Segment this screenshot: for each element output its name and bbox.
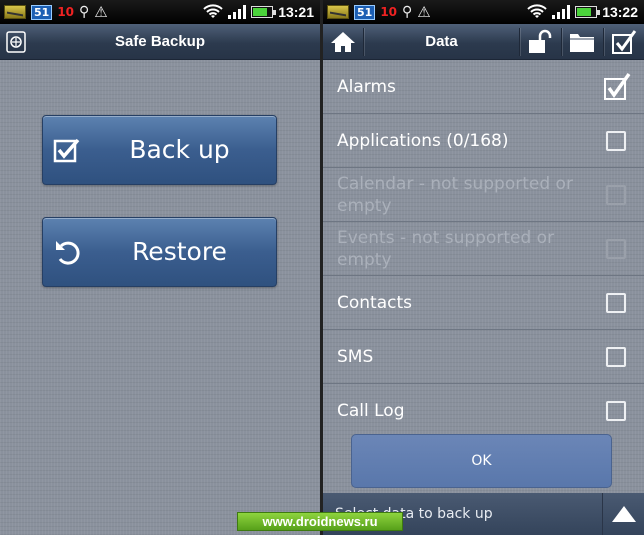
list-item-label: SMS (337, 347, 374, 367)
battery-icon (575, 6, 601, 18)
page-title: Safe Backup (114, 33, 206, 50)
title-bar: Safe Backup (0, 24, 320, 60)
wifi-icon (203, 4, 223, 18)
checkbox (606, 239, 626, 259)
list-item-alarms[interactable]: Alarms (323, 60, 644, 114)
checkbox[interactable] (606, 293, 626, 313)
data-selection-screen: 51 10 ⚲ ⚠ 13:22 Data Alarms Applications… (323, 0, 644, 535)
battery-icon (251, 6, 277, 18)
list-item-label: Alarms (337, 77, 396, 97)
checkbox[interactable] (606, 131, 626, 151)
home-button[interactable] (323, 24, 363, 60)
usb-icon: ⚲ (402, 4, 413, 20)
page-title: Data (425, 33, 458, 50)
list-item-label: Calendar - not supported or empty (337, 174, 573, 216)
safe-backup-screen: 51 10 ⚲ ⚠ 13:21 Safe Backup Back up Rest… (0, 0, 320, 535)
list-item-calendar: Calendar - not supported or empty (323, 168, 644, 222)
backup-button[interactable]: Back up (42, 115, 277, 185)
checkbox[interactable] (606, 347, 626, 367)
folder-icon (570, 34, 594, 52)
list-item-applications[interactable]: Applications (0/168) (323, 114, 644, 168)
wifi-icon (527, 4, 547, 18)
list-item-call-log[interactable]: Call Log (323, 384, 644, 438)
warning-icon: ⚠ (94, 3, 108, 21)
list-item-label: Contacts (337, 293, 412, 313)
unlock-button[interactable] (520, 24, 560, 60)
backup-button-label: Back up (129, 135, 230, 164)
list-item-sms[interactable]: SMS (323, 330, 644, 384)
list-item-label: Applications (0/168) (337, 131, 509, 151)
checked-checkbox-icon[interactable] (602, 72, 632, 102)
home-icon (331, 32, 355, 52)
status-bar: 51 10 ⚲ ⚠ 13:21 (0, 0, 320, 24)
clock: 13:22 (602, 4, 638, 20)
usb-icon: ⚲ (79, 4, 90, 20)
title-bar: Data (323, 24, 644, 60)
red-count: 10 (380, 5, 398, 19)
list-item-events: Events - not supported or empty (323, 222, 644, 276)
warning-icon: ⚠ (417, 3, 431, 21)
clock: 13:21 (278, 4, 314, 20)
list-item-label: Call Log (337, 401, 405, 421)
checkbox-icon (53, 138, 80, 163)
mail-icon (327, 5, 349, 19)
notification-badge: 51 (31, 4, 53, 20)
select-all-icon (612, 30, 637, 54)
signal-icon (552, 5, 571, 19)
checkbox[interactable] (606, 401, 626, 421)
undo-icon (56, 241, 80, 265)
checkbox (606, 185, 626, 205)
list-item-contacts[interactable]: Contacts (323, 276, 644, 330)
folder-button[interactable] (562, 24, 602, 60)
mail-icon (4, 5, 26, 19)
restore-button[interactable]: Restore (42, 217, 277, 287)
scroll-up-button[interactable] (602, 493, 644, 535)
signal-icon (228, 5, 247, 19)
triangle-up-icon (612, 506, 636, 522)
red-count: 10 (57, 5, 75, 19)
watermark: www.droidnews.ru (237, 512, 403, 531)
ok-button[interactable]: OK (351, 434, 612, 488)
select-all-button[interactable] (604, 24, 644, 60)
restore-button-label: Restore (132, 237, 227, 266)
unlock-icon (529, 29, 552, 53)
status-bar: 51 10 ⚲ ⚠ 13:22 (323, 0, 644, 24)
notification-badge: 51 (354, 4, 376, 20)
list-item-label: Events - not supported or empty (337, 228, 555, 270)
